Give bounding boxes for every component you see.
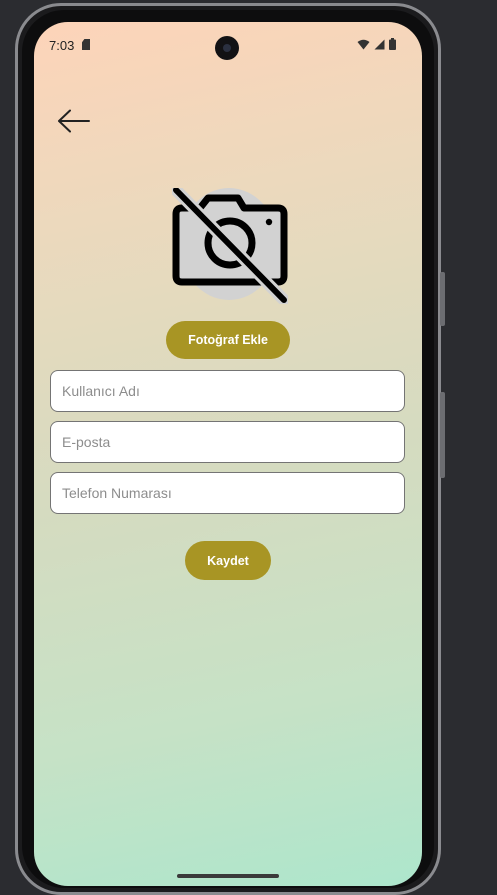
profile-photo[interactable] <box>172 188 288 304</box>
status-bar: 7:03 <box>34 22 422 66</box>
sim-card-icon <box>82 39 90 50</box>
phone-input[interactable] <box>51 473 404 513</box>
email-field[interactable] <box>50 421 405 463</box>
username-input[interactable] <box>51 371 404 411</box>
app-screen: 7:03 Fotoğraf Ekle Kullanıcı Adı E-posta… <box>34 22 422 886</box>
email-input[interactable] <box>51 422 404 462</box>
add-photo-button[interactable]: Fotoğraf Ekle <box>166 321 290 359</box>
phone-field[interactable] <box>50 472 405 514</box>
back-button[interactable] <box>54 105 94 137</box>
wifi-icon <box>357 39 370 49</box>
status-time: 7:03 <box>49 38 75 53</box>
volume-button <box>440 272 445 326</box>
front-camera <box>215 36 239 60</box>
arrow-left-icon <box>58 109 90 133</box>
system-icons <box>357 38 396 50</box>
signal-icon <box>374 39 385 49</box>
power-button <box>440 392 445 478</box>
save-button[interactable]: Kaydet <box>185 541 271 580</box>
battery-icon <box>389 38 396 50</box>
username-field[interactable] <box>50 370 405 412</box>
no-photography-icon <box>172 188 288 304</box>
gesture-home-bar[interactable] <box>177 874 279 878</box>
